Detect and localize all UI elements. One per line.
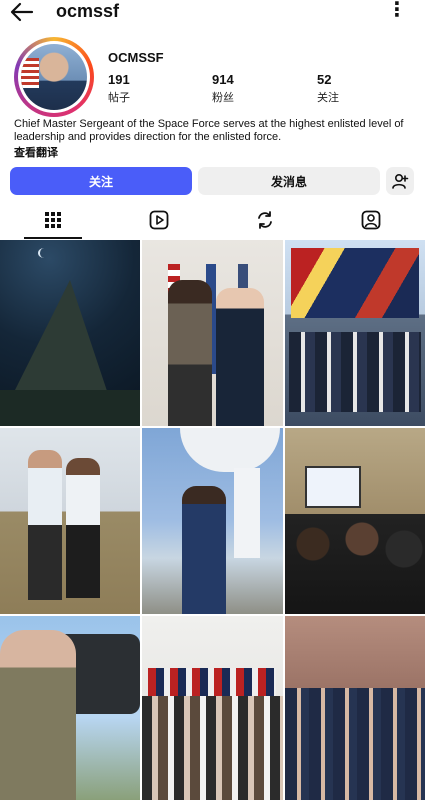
tab-tagged[interactable]: [318, 202, 424, 238]
tab-reels[interactable]: [106, 202, 212, 238]
message-button-label: 发消息: [270, 174, 307, 189]
add-user-button[interactable]: [386, 167, 414, 195]
stat-followers-value: 914: [212, 72, 234, 87]
profile-handle: ocmssf: [56, 1, 120, 21]
follow-button[interactable]: 关注: [10, 167, 192, 195]
arrow-left-icon[interactable]: [10, 2, 34, 22]
post-thumbnail[interactable]: [0, 240, 140, 426]
follow-button-label: 关注: [88, 174, 113, 189]
post-thumbnail[interactable]: [285, 428, 425, 614]
post-thumbnail[interactable]: [285, 616, 425, 800]
stat-following[interactable]: 52 关注: [317, 72, 339, 105]
reposts-icon: [258, 211, 272, 229]
stat-posts[interactable]: 191 帖子: [108, 72, 130, 105]
more-vertical-icon[interactable]: ⋮: [387, 0, 407, 20]
top-bar: ocmssf ⋮: [0, 0, 425, 26]
avatar[interactable]: [14, 37, 94, 117]
message-button[interactable]: 发消息: [198, 167, 380, 195]
avatar-photo: [21, 44, 87, 110]
post-thumbnail[interactable]: [142, 240, 283, 426]
post-thumbnail[interactable]: [285, 240, 425, 426]
profile-tabs: [0, 202, 425, 239]
tagged-icon: [361, 210, 381, 230]
active-tab-indicator: [24, 237, 82, 239]
stat-following-label: 关注: [317, 92, 339, 104]
stat-posts-label: 帖子: [108, 92, 130, 104]
bio-text: Chief Master Sergeant of the Space Force…: [14, 118, 404, 143]
post-thumbnail[interactable]: [142, 616, 283, 800]
post-thumbnail[interactable]: [0, 428, 140, 614]
add-person-icon: [392, 173, 409, 189]
post-thumbnail[interactable]: [142, 428, 283, 614]
stat-following-value: 52: [317, 72, 332, 87]
see-translation-link[interactable]: 查看翻译: [14, 144, 58, 160]
stat-followers-label: 粉丝: [212, 92, 234, 104]
tab-posts[interactable]: [0, 202, 106, 238]
tab-reposts[interactable]: [212, 202, 318, 238]
stat-posts-value: 191: [108, 72, 130, 87]
reels-icon: [149, 210, 169, 230]
grid-icon: [45, 212, 61, 228]
display-name: OCMSSF: [108, 50, 164, 65]
stat-followers[interactable]: 914 粉丝: [212, 72, 234, 105]
post-thumbnail[interactable]: [0, 616, 140, 800]
posts-grid: [0, 240, 425, 800]
